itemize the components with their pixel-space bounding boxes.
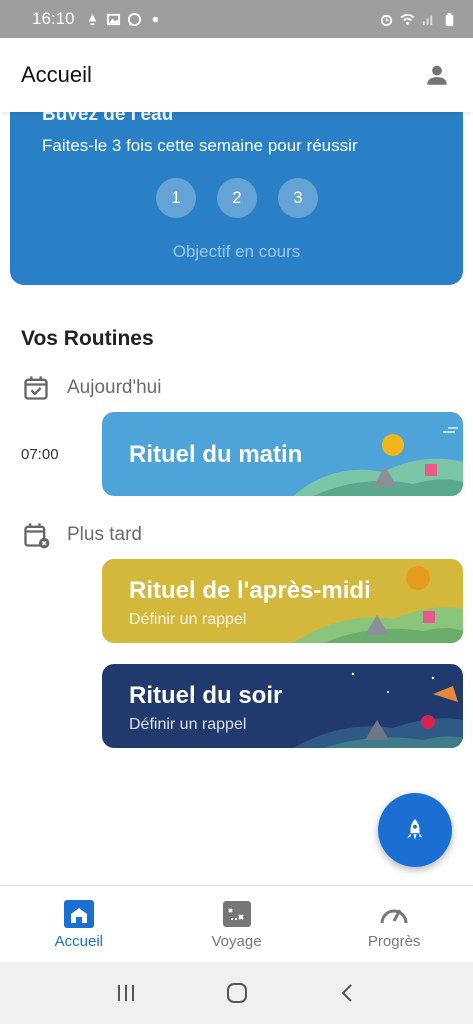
- routine-title: Rituel du soir: [129, 682, 283, 709]
- map-icon: [222, 900, 251, 927]
- fab-rocket-button[interactable]: [378, 793, 452, 867]
- system-navigation: [0, 962, 473, 1024]
- person-icon: [427, 65, 447, 85]
- dot-icon: [152, 16, 158, 22]
- goal-status: Objectif en cours: [172, 242, 301, 261]
- routine-title: Rituel du matin: [129, 441, 303, 468]
- battery-icon: [445, 12, 454, 26]
- home-button[interactable]: [222, 978, 252, 1008]
- recents-button[interactable]: [111, 978, 141, 1008]
- calendar-clock-icon: [24, 523, 50, 549]
- routine-card-evening[interactable]: Rituel du soir Définir un rappel: [102, 664, 463, 748]
- routine-subtitle: Définir un rappel: [129, 716, 247, 733]
- goal-step: 3: [278, 178, 318, 218]
- nav-label: Accueil: [54, 932, 104, 950]
- nav-label: Voyage: [211, 932, 262, 950]
- status-bar: 16:10: [0, 0, 473, 38]
- app-bar: Accueil: [0, 38, 473, 112]
- routine-card-morning[interactable]: Rituel du matin: [102, 412, 463, 496]
- nav-voyage[interactable]: Voyage: [158, 886, 316, 962]
- group-later: Plus tard: [22, 521, 142, 549]
- profile-button[interactable]: [421, 59, 453, 91]
- rocket-icon: [407, 819, 423, 840]
- alarm-icon: [380, 14, 393, 26]
- recents-icon: [117, 985, 134, 1001]
- whatsapp-icon: [127, 12, 141, 26]
- morning-landscape-icon: [293, 427, 463, 496]
- routine-subtitle: Définir un rappel: [129, 611, 247, 628]
- back-button[interactable]: [333, 978, 363, 1008]
- nav-progres[interactable]: Progrès: [315, 886, 473, 962]
- routine-time: 07:00: [21, 446, 59, 463]
- afternoon-landscape-icon: [293, 566, 463, 643]
- goal-step: 2: [217, 178, 257, 218]
- bottom-navigation: Accueil Voyage Progrès: [0, 885, 473, 962]
- notification-icon: [88, 13, 96, 25]
- calendar-check-icon: [24, 376, 48, 400]
- wifi-icon: [400, 13, 415, 25]
- gauge-icon: [380, 908, 408, 923]
- goal-step: 1: [156, 178, 196, 218]
- back-icon: [341, 984, 352, 1002]
- home-circle-icon: [226, 983, 247, 1003]
- routine-card-afternoon[interactable]: Rituel de l'après-midi Définir un rappel: [102, 559, 463, 643]
- status-time: 16:10: [32, 9, 75, 28]
- page-title: Accueil: [21, 62, 92, 87]
- group-later-label: Plus tard: [67, 524, 142, 545]
- group-today: Aujourd'hui: [22, 374, 161, 402]
- home-icon: [63, 899, 94, 928]
- group-today-label: Aujourd'hui: [67, 377, 162, 398]
- signal-icon: [422, 15, 433, 25]
- routines-section-title: Vos Routines: [21, 327, 154, 350]
- goal-subtitle: Faites-le 3 fois cette semaine pour réus…: [42, 136, 358, 155]
- goal-steps: 1 2 3: [156, 178, 318, 218]
- nav-accueil[interactable]: Accueil: [0, 886, 158, 962]
- nav-label: Progrès: [367, 932, 421, 950]
- night-landscape-icon: [293, 672, 463, 748]
- gallery-icon: [106, 13, 120, 25]
